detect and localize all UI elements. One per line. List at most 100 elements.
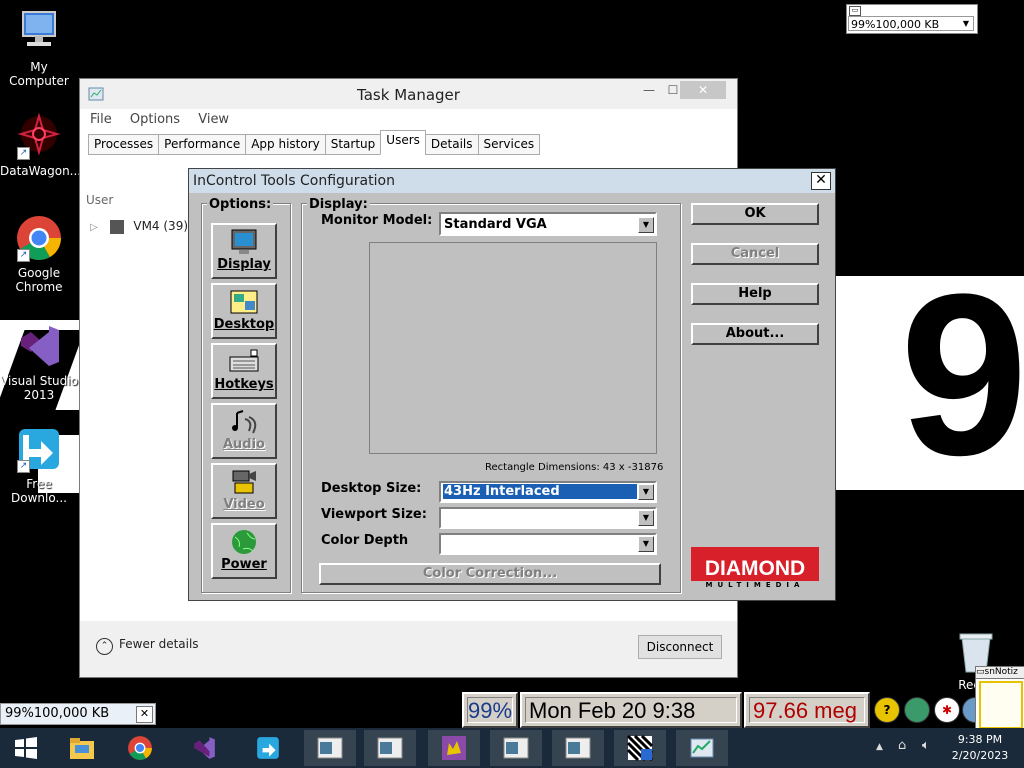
table-row[interactable]: ▷ VM4 (39) — [86, 219, 188, 234]
desktop-icon-datawagon[interactable]: ↗ DataWagon... — [0, 112, 81, 178]
keyboard-icon — [229, 349, 259, 375]
runner-icon[interactable]: ✱ — [934, 697, 960, 723]
tray-expand-icon[interactable]: ▲ — [876, 742, 883, 752]
option-video-button[interactable]: Video — [211, 463, 277, 519]
column-header-user[interactable]: User — [86, 193, 113, 207]
memory-widget-top[interactable]: ▭ 99%100,000 KB ▼ — [846, 4, 978, 34]
taskbar-window-2[interactable] — [364, 730, 416, 766]
close-button[interactable]: ✕ — [680, 81, 726, 99]
desktop-icon-visual-studio[interactable]: Visual Studio 2013 — [0, 322, 78, 402]
monitor-model-select[interactable]: Standard VGA ▼ — [439, 212, 657, 236]
tab-performance[interactable]: Performance — [158, 134, 247, 155]
tab-services[interactable]: Services — [477, 134, 541, 155]
close-icon[interactable]: ✕ — [136, 706, 153, 723]
option-power-button[interactable]: Power — [211, 523, 277, 579]
network-status-icon[interactable]: ⌂ — [898, 738, 906, 753]
datawagon-icon: ↗ — [15, 112, 63, 160]
desktop-size-select[interactable]: 43Hz Interlaced ▼ — [439, 481, 657, 503]
chevron-down-icon[interactable]: ▼ — [638, 217, 654, 233]
color-depth-select[interactable]: ▼ — [439, 533, 657, 555]
option-desktop-button[interactable]: Desktop — [211, 283, 277, 339]
minimize-icon[interactable]: ▭ — [976, 667, 985, 677]
minimize-button[interactable]: — — [640, 81, 658, 99]
chevron-down-icon[interactable]: ▼ — [638, 510, 654, 526]
network-icon[interactable] — [904, 697, 930, 723]
taskbar-chrome[interactable] — [114, 730, 166, 766]
windows-icon — [15, 737, 37, 759]
memory-combo[interactable]: 99%100,000 KB ▼ — [848, 16, 974, 31]
tab-users[interactable]: Users — [380, 130, 426, 155]
option-display-button[interactable]: Display — [211, 223, 277, 279]
start-button[interactable] — [0, 730, 52, 766]
taskbar-window-4[interactable] — [490, 730, 542, 766]
pattern-icon — [627, 735, 653, 761]
close-button[interactable]: ✕ — [811, 172, 831, 190]
minimize-icon[interactable]: ▭ — [849, 6, 861, 16]
audio-icon — [229, 409, 259, 435]
tab-details[interactable]: Details — [424, 134, 479, 155]
monitor-model-label: Monitor Model: — [321, 213, 433, 228]
memory-value: 99%100,000 KB — [851, 18, 940, 31]
free-download-icon: ↗ — [15, 425, 63, 473]
help-icon[interactable]: ? — [874, 697, 900, 723]
chevron-up-icon: ⌃ — [96, 638, 113, 655]
fewer-details-link[interactable]: ⌃ Fewer details — [96, 637, 199, 655]
chevron-down-icon[interactable]: ▼ — [638, 536, 654, 552]
visual-studio-icon — [15, 322, 63, 370]
tab-app-history[interactable]: App history — [245, 134, 326, 155]
tab-strip: Processes Performance App history Startu… — [88, 130, 541, 155]
option-hotkeys-button[interactable]: Hotkeys — [211, 343, 277, 399]
help-button[interactable]: Help — [691, 283, 819, 305]
option-label: Video — [223, 497, 265, 512]
taskbar-task-manager[interactable] — [676, 730, 728, 766]
option-audio-button[interactable]: Audio — [211, 403, 277, 459]
folder-icon — [70, 738, 94, 759]
chevron-down-icon[interactable]: ▼ — [638, 484, 654, 500]
big-digit: 9 — [900, 246, 1024, 503]
title-bar[interactable]: Task Manager — ☐ ✕ — [80, 79, 737, 109]
options-label: Options: — [207, 197, 274, 212]
desktop-icon-my-computer[interactable]: My Computer — [0, 8, 78, 88]
taskbar-window-5[interactable] — [552, 730, 604, 766]
tab-startup[interactable]: Startup — [324, 134, 382, 155]
cancel-button[interactable]: Cancel — [691, 243, 819, 265]
volume-icon[interactable]: 🔈︎ — [922, 738, 930, 753]
ok-button[interactable]: OK — [691, 203, 819, 225]
window-icon — [565, 737, 591, 759]
taskbar-visual-studio[interactable] — [178, 730, 230, 766]
task-manager-icon — [690, 738, 714, 758]
taskbar-clock[interactable]: 9:38 PM 2/20/2023 — [948, 732, 1012, 764]
option-label: Hotkeys — [214, 377, 274, 392]
disconnect-button[interactable]: Disconnect — [638, 635, 722, 659]
menu-options[interactable]: Options — [130, 112, 180, 127]
window-icon — [503, 737, 529, 759]
taskbar-window-3[interactable] — [428, 730, 480, 766]
dialog-title-bar[interactable]: InControl Tools Configuration ✕ — [189, 169, 835, 193]
option-label: Desktop — [213, 317, 275, 332]
notiz-widget[interactable]: ▭snNotiz — [975, 666, 1024, 730]
clock-status-box: Mon Feb 20 9:38 — [520, 692, 742, 728]
footer-bar: ⌃ Fewer details Disconnect — [80, 621, 737, 677]
menu-file[interactable]: File — [90, 112, 112, 127]
taskbar-file-explorer[interactable] — [56, 730, 108, 766]
window-icon — [377, 737, 403, 759]
menu-view[interactable]: View — [198, 112, 229, 127]
notepad-icon[interactable] — [979, 681, 1023, 729]
desktop-icon-google-chrome[interactable]: ↗ Google Chrome — [0, 214, 78, 294]
chevron-right-icon[interactable]: ▷ — [90, 222, 98, 233]
taskbar-free-download[interactable] — [242, 730, 294, 766]
color-correction-button[interactable]: Color Correction... — [319, 563, 661, 585]
viewport-size-select[interactable]: ▼ — [439, 507, 657, 529]
taskbar-window-1[interactable] — [304, 730, 356, 766]
monitor-model-value: Standard VGA — [444, 217, 547, 232]
memory-field-bottom[interactable]: 99%100,000 KB ✕ — [0, 703, 156, 725]
desktop-icon-label: Google Chrome — [15, 266, 63, 294]
desktop-icon-free-download[interactable]: ↗ Free Downlo... — [0, 425, 78, 505]
about-button[interactable]: About... — [691, 323, 819, 345]
tab-processes[interactable]: Processes — [88, 134, 160, 155]
chevron-down-icon[interactable]: ▼ — [959, 17, 973, 30]
rectangle-dimensions: Rectangle Dimensions: 43 x -31876 — [485, 462, 664, 473]
clock-status: Mon Feb 20 9:38 — [525, 697, 737, 723]
taskbar-window-6[interactable] — [614, 730, 666, 766]
viewport-size-label: Viewport Size: — [321, 507, 427, 522]
